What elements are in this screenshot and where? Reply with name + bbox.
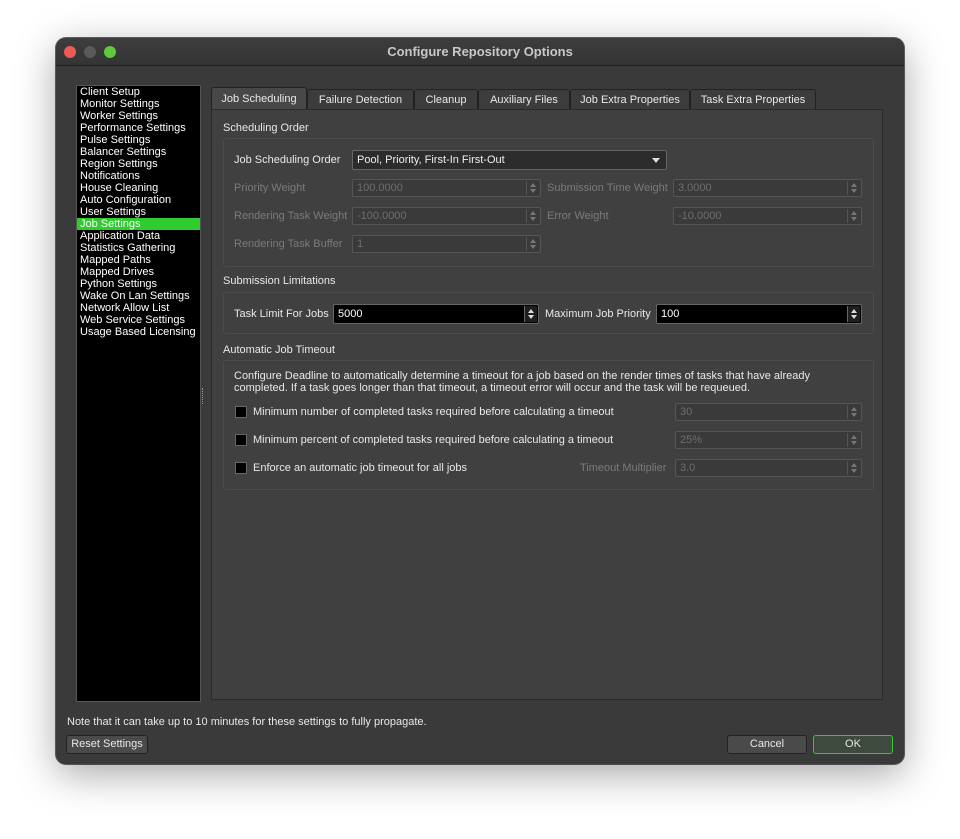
settings-sidebar: Client Setup Monitor Settings Worker Setti… <box>76 85 201 702</box>
enforce-timeout-checkbox[interactable] <box>235 462 247 474</box>
rendering-task-weight-spinbox[interactable]: -100.0000 <box>352 207 541 225</box>
sidebar-item-pulse-settings[interactable]: Pulse Settings <box>77 134 200 146</box>
timeout-multiplier-spinbox[interactable]: 3.0 <box>675 459 862 477</box>
sidebar-item-notifications[interactable]: Notifications <box>77 170 200 182</box>
max-job-priority-label: Maximum Job Priority <box>545 308 651 320</box>
submission-limitations-group: Task Limit For Jobs 5000 Maximum Job Pri… <box>223 292 874 334</box>
max-job-priority-spinbox[interactable]: 100 <box>656 304 862 324</box>
tab-auxiliary-files[interactable]: Auxiliary Files <box>478 89 570 110</box>
min-tasks-checkbox[interactable] <box>235 406 247 418</box>
sidebar-item-user-settings[interactable]: User Settings <box>77 206 200 218</box>
sidebar-item-python-settings[interactable]: Python Settings <box>77 278 200 290</box>
min-tasks-value: 30 <box>680 406 693 418</box>
job-scheduling-panel: Scheduling Order Job Scheduling Order Po… <box>211 109 883 700</box>
min-tasks-label: Minimum number of completed tasks requir… <box>253 406 614 418</box>
sidebar-item-wake-on-lan-settings[interactable]: Wake On Lan Settings <box>77 290 200 302</box>
automatic-job-timeout-heading: Automatic Job Timeout <box>223 344 335 356</box>
enforce-timeout-label: Enforce an automatic job timeout for all… <box>253 462 468 474</box>
rendering-task-buffer-value: 1 <box>357 238 364 250</box>
rendering-task-weight-label: Rendering Task Weight <box>234 210 348 222</box>
spin-arrows-icon[interactable] <box>847 461 860 475</box>
sidebar-item-performance-settings[interactable]: Performance Settings <box>77 122 200 134</box>
reset-settings-button[interactable]: Reset Settings <box>66 735 148 754</box>
spin-arrows-icon[interactable] <box>847 433 860 447</box>
tab-job-scheduling[interactable]: Job Scheduling <box>211 87 307 110</box>
timeout-multiplier-label: Timeout Multiplier <box>580 462 667 474</box>
ok-button[interactable]: OK <box>813 735 893 754</box>
spin-arrows-icon[interactable] <box>526 237 539 251</box>
sidebar-item-balancer-settings[interactable]: Balancer Settings <box>77 146 200 158</box>
timeout-multiplier-value: 3.0 <box>680 462 696 474</box>
automatic-job-timeout-group: Configure Deadline to automatically dete… <box>223 360 874 490</box>
spin-arrows-icon[interactable] <box>526 181 539 195</box>
sidebar-item-mapped-paths[interactable]: Mapped Paths <box>77 254 200 266</box>
sidebar-item-usage-based-licensing[interactable]: Usage Based Licensing <box>77 326 200 338</box>
tab-job-extra-properties[interactable]: Job Extra Properties <box>570 89 690 110</box>
spin-arrows-icon[interactable] <box>526 209 539 223</box>
priority-weight-value: 100.0000 <box>357 182 403 194</box>
tab-cleanup[interactable]: Cleanup <box>414 89 478 110</box>
rendering-task-weight-value: -100.0000 <box>357 210 407 222</box>
job-scheduling-order-label: Job Scheduling Order <box>234 154 341 166</box>
submission-time-weight-label: Submission Time Weight <box>547 182 668 194</box>
job-scheduling-order-value: Pool, Priority, First-In First-Out <box>357 154 505 166</box>
chevron-down-icon <box>652 158 660 163</box>
tab-task-extra-properties[interactable]: Task Extra Properties <box>690 89 816 110</box>
priority-weight-label: Priority Weight <box>234 182 306 194</box>
sidebar-item-monitor-settings[interactable]: Monitor Settings <box>77 98 200 110</box>
spin-arrows-icon[interactable] <box>524 306 537 322</box>
max-job-priority-value: 100 <box>661 308 680 320</box>
sidebar-item-web-service-settings[interactable]: Web Service Settings <box>77 314 200 326</box>
title-bar: Configure Repository Options <box>56 38 904 66</box>
sidebar-item-application-data[interactable]: Application Data <box>77 230 200 242</box>
priority-weight-spinbox[interactable]: 100.0000 <box>352 179 541 197</box>
sidebar-item-auto-configuration[interactable]: Auto Configuration <box>77 194 200 206</box>
sidebar-item-house-cleaning[interactable]: House Cleaning <box>77 182 200 194</box>
spin-arrows-icon[interactable] <box>847 405 860 419</box>
min-percent-label: Minimum percent of completed tasks requi… <box>253 434 614 446</box>
rendering-task-buffer-spinbox[interactable]: 1 <box>352 235 541 253</box>
repository-options-window: Configure Repository Options Client Setu… <box>56 38 904 764</box>
spin-arrows-icon[interactable] <box>847 209 860 223</box>
propagation-note: Note that it can take up to 10 minutes f… <box>67 716 427 728</box>
sidebar-item-worker-settings[interactable]: Worker Settings <box>77 110 200 122</box>
window-title: Configure Repository Options <box>387 44 573 59</box>
submission-limitations-heading: Submission Limitations <box>223 275 336 287</box>
task-limit-label: Task Limit For Jobs <box>234 308 329 320</box>
min-percent-spinbox[interactable]: 25% <box>675 431 862 449</box>
sidebar-item-client-setup[interactable]: Client Setup <box>77 86 200 98</box>
scheduling-order-heading: Scheduling Order <box>223 122 309 134</box>
rendering-task-buffer-label: Rendering Task Buffer <box>234 238 343 250</box>
min-tasks-spinbox[interactable]: 30 <box>675 403 862 421</box>
tab-failure-detection[interactable]: Failure Detection <box>307 89 414 110</box>
sidebar-item-region-settings[interactable]: Region Settings <box>77 158 200 170</box>
task-limit-value: 5000 <box>338 308 363 320</box>
submission-time-weight-spinbox[interactable]: 3.0000 <box>673 179 862 197</box>
timeout-description: Configure Deadline to automatically dete… <box>234 370 810 394</box>
error-weight-value: -10.0000 <box>678 210 722 222</box>
sidebar-item-mapped-drives[interactable]: Mapped Drives <box>77 266 200 278</box>
splitter-handle[interactable] <box>202 388 205 404</box>
spin-arrows-icon[interactable] <box>847 181 860 195</box>
submission-time-weight-value: 3.0000 <box>678 182 712 194</box>
sidebar-item-job-settings[interactable]: Job Settings <box>77 218 200 230</box>
sidebar-item-statistics-gathering[interactable]: Statistics Gathering <box>77 242 200 254</box>
min-percent-value: 25% <box>680 434 703 446</box>
task-limit-spinbox[interactable]: 5000 <box>333 304 539 324</box>
sidebar-item-network-allow-list[interactable]: Network Allow List <box>77 302 200 314</box>
spin-arrows-icon[interactable] <box>847 306 860 322</box>
job-scheduling-order-select[interactable]: Pool, Priority, First-In First-Out <box>352 150 667 170</box>
error-weight-label: Error Weight <box>547 210 609 222</box>
cancel-button[interactable]: Cancel <box>727 735 807 754</box>
min-percent-checkbox[interactable] <box>235 434 247 446</box>
error-weight-spinbox[interactable]: -10.0000 <box>673 207 862 225</box>
scheduling-order-group: Job Scheduling Order Pool, Priority, Fir… <box>223 138 874 267</box>
